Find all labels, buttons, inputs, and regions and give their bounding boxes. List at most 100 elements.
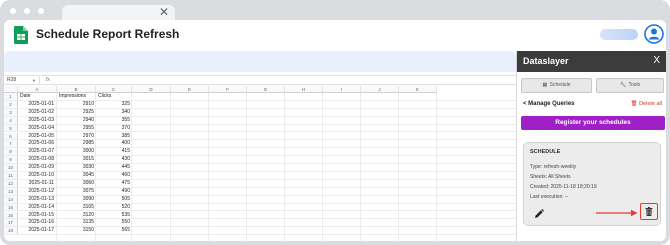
cell-impressions[interactable]: 3135 <box>57 219 96 226</box>
cell-impressions[interactable]: 3150 <box>57 227 96 234</box>
document-title[interactable]: Schedule Report Refresh <box>36 27 179 41</box>
cell-impressions[interactable]: 2910 <box>57 101 96 108</box>
spreadsheet-grid[interactable]: A B C D E F G H I J K 1 Date Impressions Clicks 2 2025-0… <box>4 86 516 241</box>
column-header[interactable]: F <box>209 86 247 93</box>
table-row[interactable]: 1 Date Impressions Clicks <box>4 93 516 101</box>
table-row[interactable]: 13 2025-01-12 3075 490 <box>4 187 516 196</box>
pencil-icon[interactable] <box>534 209 544 219</box>
cell-impressions[interactable]: 2985 <box>57 140 96 147</box>
cell-clicks[interactable]: 490 <box>96 188 132 195</box>
table-row[interactable]: 14 2025-01-13 3090 505 <box>4 195 516 204</box>
cell-impressions[interactable]: 3105 <box>57 204 96 211</box>
row-number[interactable]: 7 <box>4 140 18 148</box>
cell-date[interactable]: 2025-01-08 <box>18 156 57 163</box>
cell-impressions[interactable]: 3015 <box>57 156 96 163</box>
row-number[interactable]: 13 <box>4 187 18 195</box>
column-header[interactable]: J <box>361 86 399 93</box>
cell-clicks[interactable]: 415 <box>96 148 132 155</box>
tools-button[interactable]: 🔧︎ Tools <box>596 78 664 93</box>
cell-date[interactable]: 2025-01-11 <box>18 180 57 187</box>
cell-clicks[interactable]: 355 <box>96 117 132 124</box>
cell-clicks[interactable]: 370 <box>96 125 132 132</box>
column-header[interactable]: A <box>18 86 57 93</box>
cell-clicks[interactable]: 550 <box>96 219 132 226</box>
cell-clicks[interactable]: 385 <box>96 133 132 140</box>
cell-clicks[interactable]: 340 <box>96 109 132 116</box>
close-tab-icon[interactable]: ✕ <box>159 5 169 20</box>
row-number[interactable]: 10 <box>4 164 18 171</box>
cell-impressions[interactable]: 3045 <box>57 172 96 179</box>
cell-date[interactable]: 2025-01-15 <box>18 212 57 219</box>
cell-date[interactable]: 2025-01-06 <box>18 140 57 147</box>
close-sidebar-button[interactable]: X <box>653 55 660 66</box>
table-row[interactable]: 2 2025-01-01 2910 325 <box>4 100 516 109</box>
row-number[interactable]: 5 <box>4 124 18 132</box>
cell-date[interactable]: 2025-01-03 <box>18 117 57 124</box>
select-all-corner[interactable] <box>4 86 18 93</box>
row-number[interactable]: 8 <box>4 148 18 156</box>
cell-date[interactable]: 2025-01-09 <box>18 164 57 171</box>
cell-impressions[interactable]: 3075 <box>57 188 96 195</box>
table-row[interactable]: 5 2025-01-04 2955 370 <box>4 124 516 133</box>
row-number[interactable]: 3 <box>4 108 18 116</box>
row-number[interactable]: 2 <box>4 100 18 108</box>
row-number[interactable]: 9 <box>4 156 18 164</box>
window-dot-icon[interactable] <box>38 8 44 14</box>
cell-impressions[interactable]: 3120 <box>57 212 96 219</box>
cell-clicks[interactable]: 325 <box>96 101 132 108</box>
cell-date[interactable]: 2025-01-05 <box>18 133 57 140</box>
cell-impressions[interactable]: 2970 <box>57 133 96 140</box>
cell-date[interactable]: 2025-01-01 <box>18 101 57 108</box>
row-number[interactable]: 11 <box>4 172 18 179</box>
table-row[interactable]: 10 2025-01-09 3030 445 <box>4 164 516 172</box>
row-number[interactable]: 16 <box>4 211 18 219</box>
column-header[interactable]: I <box>323 86 361 93</box>
table-row[interactable]: 12 2025-01-11 3060 475 <box>4 179 516 188</box>
schedule-button[interactable]: ▦ Schedule <box>521 78 592 93</box>
cell-date[interactable]: 2025-01-16 <box>18 219 57 226</box>
account-avatar-icon[interactable] <box>644 24 664 44</box>
row-number[interactable]: 15 <box>4 203 18 211</box>
window-dot-icon[interactable] <box>24 8 30 14</box>
column-header[interactable]: H <box>285 86 323 93</box>
sheets-logo-icon[interactable] <box>14 26 28 44</box>
browser-tab[interactable]: ✕ <box>62 5 175 21</box>
row-number[interactable]: 1 <box>4 93 18 100</box>
table-row[interactable]: 8 2025-01-07 3000 415 <box>4 148 516 157</box>
table-row[interactable]: 4 2025-01-03 2940 355 <box>4 116 516 125</box>
cell-clicks[interactable]: 430 <box>96 156 132 163</box>
cell-clicks[interactable]: 505 <box>96 196 132 203</box>
row-number[interactable]: 12 <box>4 179 18 187</box>
register-schedules-button[interactable]: Register your schedules <box>521 116 665 130</box>
cell-clicks[interactable]: 460 <box>96 172 132 179</box>
cell-impressions[interactable]: 3000 <box>57 148 96 155</box>
cell-date[interactable]: 2025-01-13 <box>18 196 57 203</box>
cell-date[interactable]: 2025-01-12 <box>18 188 57 195</box>
cell-clicks[interactable]: 565 <box>96 227 132 234</box>
row-number[interactable]: 4 <box>4 116 18 124</box>
cell-impressions[interactable]: 3030 <box>57 164 96 171</box>
delete-schedule-button[interactable] <box>640 203 658 220</box>
table-row[interactable]: 18 2025-01-17 3150 565 <box>4 227 516 236</box>
name-box[interactable]: R28 ▼ <box>4 76 40 85</box>
column-header[interactable]: D <box>132 86 171 93</box>
table-row[interactable]: 7 2025-01-06 2985 400 <box>4 140 516 149</box>
cell-clicks[interactable]: 520 <box>96 204 132 211</box>
cell-date[interactable]: 2025-01-07 <box>18 148 57 155</box>
column-header[interactable]: B <box>57 86 96 93</box>
table-row[interactable]: 16 2025-01-15 3120 535 <box>4 211 516 220</box>
row-number[interactable]: 6 <box>4 132 18 140</box>
cell-date[interactable]: 2025-01-14 <box>18 204 57 211</box>
cell-impressions[interactable]: 2925 <box>57 109 96 116</box>
table-row[interactable]: 11 2025-01-10 3045 460 <box>4 172 516 180</box>
cell-date[interactable]: 2025-01-17 <box>18 227 57 234</box>
manage-queries-link[interactable]: < Manage Queries <box>523 101 575 107</box>
cell-impressions[interactable]: 2940 <box>57 117 96 124</box>
cell-date[interactable]: 2025-01-02 <box>18 109 57 116</box>
cell-date[interactable]: Date <box>18 93 57 100</box>
cell-clicks[interactable]: 475 <box>96 180 132 187</box>
table-row[interactable]: 17 2025-01-16 3135 550 <box>4 219 516 228</box>
column-header[interactable]: E <box>171 86 209 93</box>
cell-clicks[interactable]: 535 <box>96 212 132 219</box>
window-dot-icon[interactable] <box>10 8 16 14</box>
